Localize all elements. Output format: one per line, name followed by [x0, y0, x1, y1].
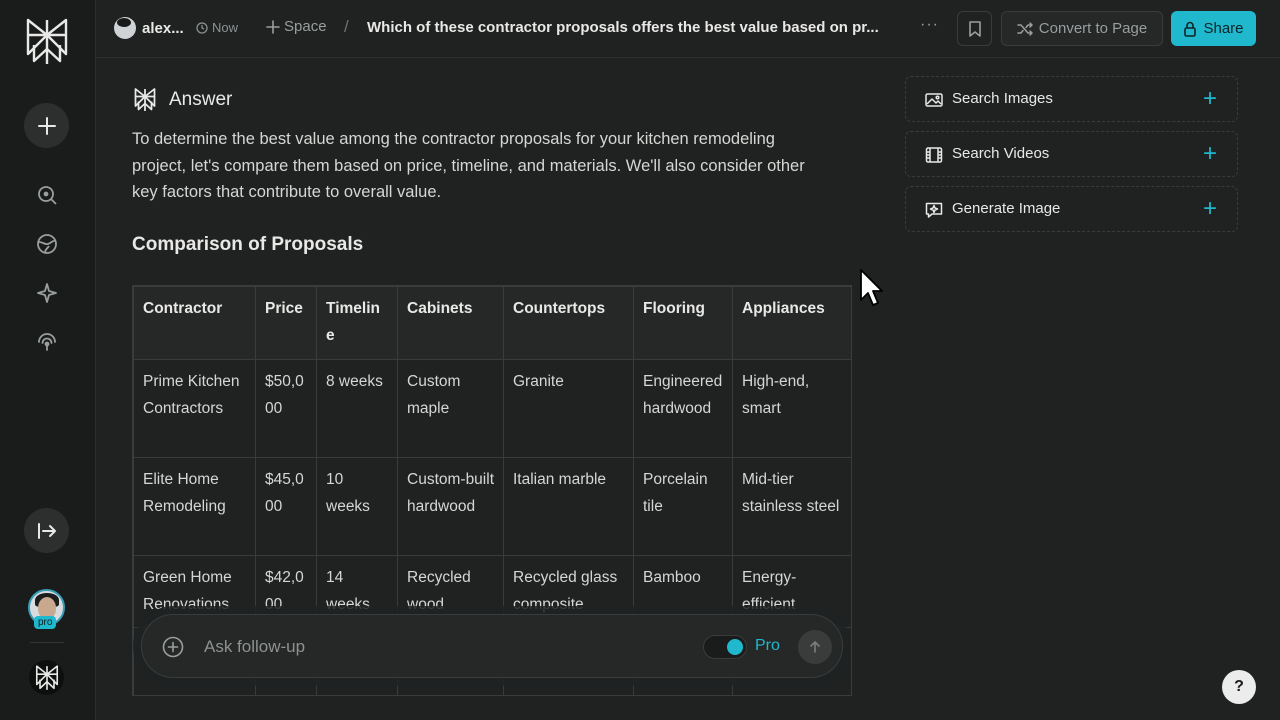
broadcast-icon[interactable]	[35, 328, 59, 352]
search-videos-label: Search Videos	[952, 145, 1050, 162]
table-cell: Engineered hardwood	[633, 359, 733, 458]
table-header-row: Contractor Price Timeline Cabinets Count…	[133, 286, 851, 360]
column-header: Timeline	[316, 286, 398, 360]
generate-image-icon	[925, 202, 943, 218]
more-options-button[interactable]: ···	[920, 16, 939, 34]
answer-intro: To determine the best value among the co…	[132, 130, 805, 201]
convert-to-page-button[interactable]: Convert to Page	[1001, 11, 1163, 46]
bookmark-icon	[968, 20, 981, 37]
section-title: Comparison of Proposals	[132, 234, 364, 255]
globe-icon[interactable]	[35, 232, 59, 256]
pro-badge: pro	[34, 616, 57, 629]
generate-image-label: Generate Image	[952, 200, 1061, 217]
perplexity-logo-icon[interactable]	[24, 16, 70, 68]
column-header: Appliances	[732, 286, 851, 360]
answer-title: Answer	[169, 89, 233, 110]
share-label: Share	[1203, 20, 1244, 37]
table-cell: Custom maple	[397, 359, 504, 458]
image-icon	[925, 93, 943, 107]
arrow-up-icon	[810, 641, 820, 653]
table-cell: Mid-tier stainless steel	[732, 457, 851, 556]
clock-icon	[196, 21, 208, 34]
plus-icon	[266, 19, 280, 34]
plus-circle-icon	[162, 636, 184, 658]
user-name: alex...	[142, 19, 184, 37]
table-cell: $50,000	[255, 359, 317, 458]
table-cell: High-end, smart	[732, 359, 851, 458]
bookmark-button[interactable]	[957, 11, 992, 46]
lock-icon	[1184, 21, 1197, 37]
toggle-knob	[727, 639, 743, 655]
submit-button[interactable]	[798, 630, 832, 664]
table-cell: Custom-built hardwood	[397, 457, 504, 556]
new-thread-button[interactable]	[24, 103, 69, 148]
generate-image-button[interactable]: Generate Image +	[905, 186, 1238, 232]
table-row: Prime Kitchen Contractors $50,000 8 week…	[133, 359, 851, 458]
column-header: Flooring	[633, 286, 733, 360]
add-icon: +	[1202, 85, 1217, 112]
perplexity-app-icon[interactable]	[29, 660, 64, 695]
space-label: Space	[284, 18, 327, 35]
add-icon: +	[1202, 140, 1217, 167]
table-row: Elite Home Remodeling $45,000 10 weeks C…	[133, 457, 851, 556]
column-header: Cabinets	[397, 286, 504, 360]
table-cell: 8 weeks	[316, 359, 398, 458]
thread-time: Now	[196, 20, 238, 35]
column-header: Price	[255, 286, 317, 360]
thread-header: alex... Now Space / Which of these contr…	[96, 0, 1280, 58]
search-videos-button[interactable]: Search Videos +	[905, 131, 1238, 177]
breadcrumb-separator: /	[344, 17, 349, 36]
search-images-button[interactable]: Search Images +	[905, 76, 1238, 122]
add-icon: +	[1202, 195, 1217, 222]
time-label: Now	[212, 20, 239, 35]
follow-up-bar: Pro	[141, 614, 843, 678]
answer-heading: Answer	[133, 87, 232, 113]
follow-up-input[interactable]	[204, 635, 684, 659]
answer-logo-icon	[134, 88, 156, 111]
user-avatar	[114, 17, 136, 39]
pro-toggle[interactable]	[703, 635, 747, 659]
add-to-space-button[interactable]: Space	[266, 18, 327, 35]
sidebar: pro	[0, 0, 96, 720]
convert-label: Convert to Page	[1038, 20, 1148, 37]
pro-label: Pro	[755, 637, 780, 654]
table-cell: Elite Home Remodeling	[133, 457, 256, 556]
shuffle-icon	[1017, 21, 1033, 36]
table-cell: Porcelain tile	[633, 457, 733, 556]
search-icon[interactable]	[35, 183, 59, 207]
table-cell: $45,000	[255, 457, 317, 556]
expand-sidebar-button[interactable]	[24, 508, 69, 553]
table-cell: Granite	[503, 359, 634, 458]
table-cell: Italian marble	[503, 457, 634, 556]
sparkle-icon[interactable]	[35, 281, 59, 305]
share-button[interactable]: Share	[1171, 11, 1256, 46]
search-images-label: Search Images	[952, 90, 1053, 107]
column-header: Contractor	[133, 286, 256, 360]
film-icon	[925, 147, 943, 163]
divider	[30, 642, 64, 643]
column-header: Countertops	[503, 286, 634, 360]
attach-button[interactable]	[162, 636, 184, 658]
help-button[interactable]: ?	[1222, 670, 1256, 704]
table-cell: Prime Kitchen Contractors	[133, 359, 256, 458]
user-chip[interactable]: alex...	[114, 17, 184, 39]
mouse-cursor-icon	[860, 269, 883, 306]
thread-title[interactable]: Which of these contractor proposals offe…	[367, 19, 894, 36]
table-cell: 10 weeks	[316, 457, 398, 556]
